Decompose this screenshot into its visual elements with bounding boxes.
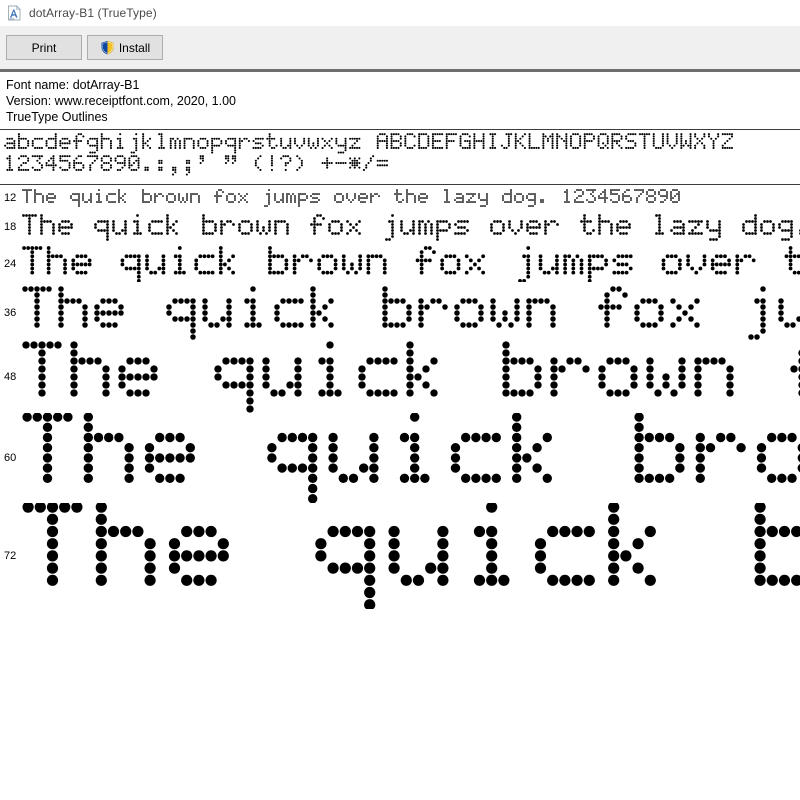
sample-glyphs	[22, 503, 800, 609]
sample-text	[22, 185, 800, 211]
print-button[interactable]: Print	[6, 35, 82, 60]
sample-size-label: 36	[4, 307, 17, 319]
sample-text	[22, 285, 800, 341]
sample-glyphs	[22, 213, 800, 241]
sample-text	[22, 243, 800, 285]
font-name-line: Font name: dotArray-B1	[6, 78, 140, 92]
sample-size-label: 24	[4, 258, 17, 270]
sample-row: 60	[0, 413, 800, 503]
sample-size-label: 48	[4, 371, 17, 383]
sample-row: 18	[0, 211, 800, 243]
character-set-glyphs	[4, 133, 734, 176]
charset-line-2	[6, 155, 389, 176]
character-set-preview	[0, 130, 800, 184]
sample-sizes-panel: 12 18 24 36 48 60 72	[0, 185, 800, 609]
sample-size-label: 72	[4, 550, 17, 562]
sample-size-label: 18	[4, 221, 17, 233]
install-button-label: Install	[118, 40, 151, 55]
sample-glyphs	[22, 286, 800, 340]
sample-size-label: 60	[4, 452, 17, 464]
sample-row: 36	[0, 285, 800, 341]
window-title-bar: dotArray-B1 (TrueType)	[0, 0, 800, 26]
sample-row: 12	[0, 185, 800, 211]
sample-text	[22, 503, 800, 609]
toolbar: Print Install	[0, 26, 800, 69]
print-button-label: Print	[31, 40, 57, 55]
sample-glyphs	[22, 245, 800, 283]
font-outlines-line: TrueType Outlines	[6, 110, 108, 124]
sample-row: 48	[0, 341, 800, 413]
sample-row: 72	[0, 503, 800, 609]
font-version-line: Version: www.receiptfont.com, 2020, 1.00	[6, 94, 236, 108]
sample-glyphs	[22, 413, 800, 503]
sample-text	[22, 413, 800, 503]
charset-line-1	[4, 133, 734, 154]
sample-glyphs	[22, 189, 680, 207]
sample-size-label: 12	[4, 192, 17, 204]
install-button[interactable]: Install	[87, 35, 163, 60]
sample-row: 24	[0, 243, 800, 285]
window-title-text: dotArray-B1 (TrueType)	[29, 6, 157, 20]
sample-text	[22, 341, 800, 413]
sample-glyphs	[22, 341, 800, 413]
font-file-icon	[8, 5, 21, 21]
sample-text	[22, 211, 800, 243]
font-info-panel: Font name: dotArray-B1 Version: www.rece…	[0, 72, 800, 129]
uac-shield-icon	[101, 40, 114, 55]
